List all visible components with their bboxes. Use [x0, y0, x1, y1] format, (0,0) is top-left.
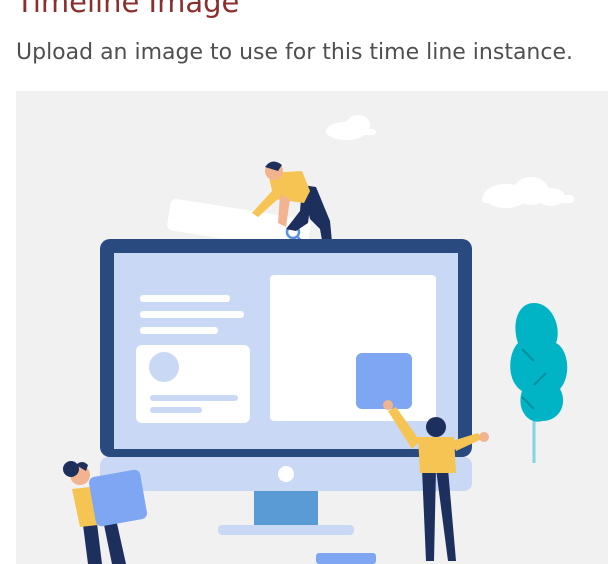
monitor-graphic: [100, 239, 472, 535]
section-title: Timeline Image: [16, 0, 240, 19]
timeline-image-upload-area[interactable]: [16, 91, 608, 564]
section-description: Upload an image to use for this time lin…: [16, 40, 573, 65]
computer-upload-illustration: [16, 91, 608, 564]
image-tile-graphic: [356, 353, 412, 409]
